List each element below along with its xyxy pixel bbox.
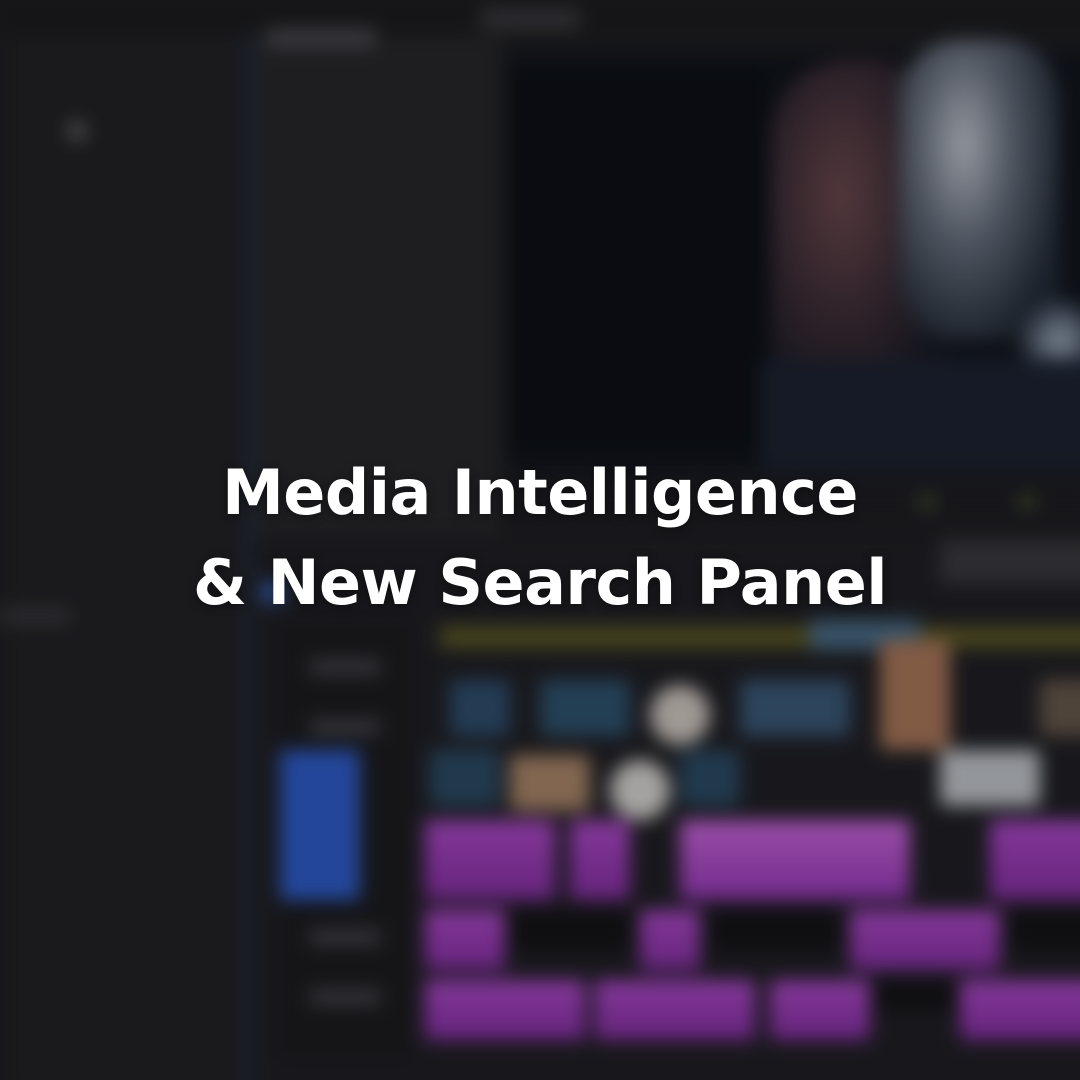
feature-title: Media Intelligence & New Search Panel	[0, 448, 1080, 628]
video-editor-screen: Media Intelligence & New Search Panel	[0, 0, 1080, 1080]
title-line-1: Media Intelligence	[222, 456, 858, 529]
title-line-2: & New Search Panel	[192, 546, 888, 619]
